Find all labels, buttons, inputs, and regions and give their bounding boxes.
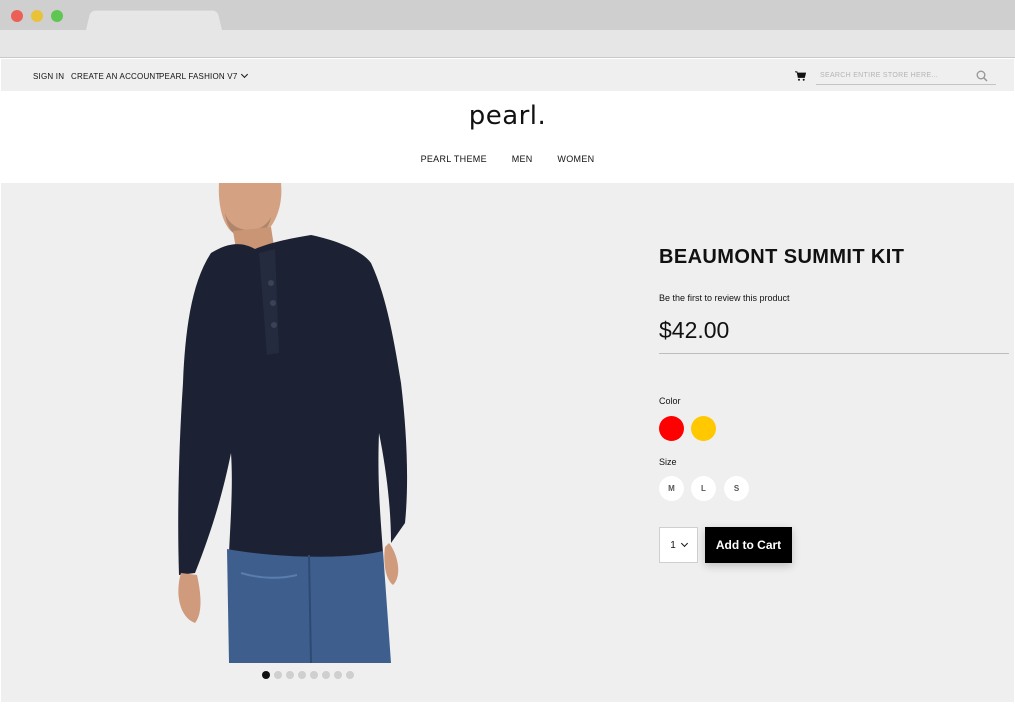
nav-item-women[interactable]: WOMEN: [557, 154, 594, 164]
color-label: Color: [659, 396, 681, 406]
utility-bar: SIGN IN CREATE AN ACCOUNT PEARL FASHION …: [1, 59, 1014, 91]
product-title: BEAUMONT SUMMIT KIT: [659, 246, 905, 268]
add-to-cart-button[interactable]: Add to Cart: [705, 527, 792, 563]
browser-chrome: [0, 0, 1015, 58]
gallery-dot[interactable]: [346, 671, 354, 679]
product-image[interactable]: [171, 183, 451, 663]
divider: [659, 353, 1009, 354]
main-nav: PEARL THEME MEN WOMEN: [1, 154, 1014, 164]
gallery-dot[interactable]: [322, 671, 330, 679]
color-swatch-red[interactable]: [659, 416, 684, 441]
product-section: BEAUMONT SUMMIT KIT Be the first to revi…: [1, 183, 1014, 702]
footer-strip: [1, 702, 1014, 724]
size-option-s[interactable]: S: [724, 476, 749, 501]
product-price: $42.00: [659, 317, 730, 343]
gallery-dot[interactable]: [274, 671, 282, 679]
sign-in-link[interactable]: SIGN IN: [33, 72, 64, 81]
nav-item-pearl-theme[interactable]: PEARL THEME: [421, 154, 487, 164]
create-account-link[interactable]: CREATE AN ACCOUNT: [71, 72, 161, 81]
site-header: pearl. PEARL THEME MEN WOMEN: [1, 91, 1014, 183]
chevron-down-icon: [240, 70, 248, 79]
size-option-m[interactable]: M: [659, 476, 684, 501]
nav-item-men[interactable]: MEN: [512, 154, 533, 164]
store-switcher[interactable]: PEARL FASHION V7: [159, 70, 248, 81]
cart-icon[interactable]: [795, 71, 806, 81]
window-maximize-button[interactable]: [51, 10, 63, 22]
size-label: Size: [659, 457, 677, 467]
review-link[interactable]: Be the first to review this product: [659, 293, 790, 303]
gallery-dot[interactable]: [334, 671, 342, 679]
gallery-dot[interactable]: [286, 671, 294, 679]
sweater: [178, 235, 408, 575]
quantity-select[interactable]: 1: [659, 527, 698, 563]
window-minimize-button[interactable]: [31, 10, 43, 22]
site-logo[interactable]: pearl.: [1, 101, 1014, 131]
window-close-button[interactable]: [11, 10, 23, 22]
gallery-dot[interactable]: [310, 671, 318, 679]
search-input[interactable]: [816, 67, 996, 85]
color-swatch-yellow[interactable]: [691, 416, 716, 441]
chevron-down-icon: [680, 539, 688, 547]
search-icon[interactable]: [976, 70, 988, 82]
quantity-value: 1: [670, 539, 676, 551]
gallery-dot[interactable]: [262, 671, 270, 679]
store-switcher-label: PEARL FASHION V7: [159, 72, 238, 81]
gallery-pagination: [262, 671, 354, 679]
browser-tab[interactable]: [86, 10, 222, 30]
gallery-dot[interactable]: [298, 671, 306, 679]
size-option-l[interactable]: L: [691, 476, 716, 501]
